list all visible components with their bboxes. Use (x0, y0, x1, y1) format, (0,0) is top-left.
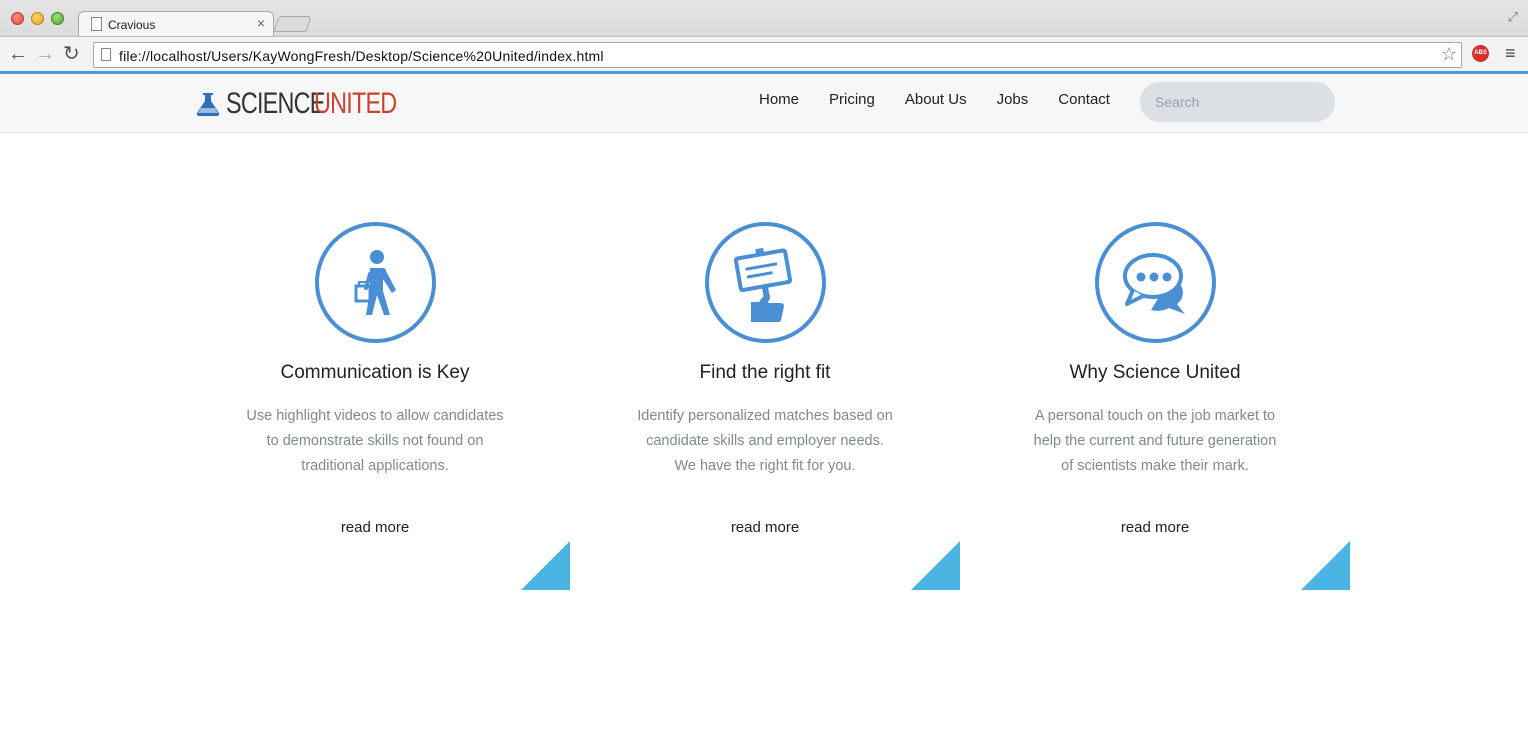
feature-card: Find the right fit Identify personalized… (610, 222, 960, 590)
feature-text-line: help the current and future generation (1033, 433, 1277, 449)
walking-person-icon (354, 250, 396, 315)
feature-text-line: A personal touch on the job market to (1034, 408, 1276, 424)
feature-text-line: Use highlight videos to allow candidates (246, 408, 504, 424)
main-nav: Home Pricing About Us Jobs Contact (759, 91, 1110, 108)
feature-title: Find the right fit (699, 362, 831, 383)
adblock-icon[interactable]: ABS (1472, 45, 1489, 62)
nav-contact[interactable]: Contact (1058, 91, 1110, 108)
tab-title: Cravious (108, 18, 156, 32)
close-tab-icon[interactable]: × (257, 15, 265, 31)
minimize-window-button[interactable] (31, 12, 44, 25)
feature-text-line: to demonstrate skills not found on (266, 433, 484, 449)
nav-about-us[interactable]: About Us (905, 91, 967, 108)
feature-description: Use highlight videos to allow candidates… (220, 404, 530, 479)
feature-card: Communication is Key Use highlight video… (220, 222, 570, 590)
tab-cravious[interactable]: Cravious × (78, 11, 274, 37)
sign-thumbs-up-icon (733, 247, 793, 323)
nav-jobs[interactable]: Jobs (997, 91, 1029, 108)
search-input[interactable] (1140, 82, 1335, 122)
tab-strip: Cravious × ⤢ (0, 0, 1528, 37)
flask-icon (196, 93, 220, 117)
read-more-link[interactable]: read more (220, 519, 530, 536)
feature-icon-circle (705, 222, 826, 343)
browser-menu-icon[interactable]: ≡ (1505, 43, 1516, 64)
address-bar[interactable]: file://localhost/Users/KayWongFresh/Desk… (93, 42, 1462, 68)
feature-title: Communication is Key (280, 362, 470, 383)
nav-home[interactable]: Home (759, 91, 799, 108)
fullscreen-icon[interactable]: ⤢ (1508, 9, 1518, 25)
read-more-link[interactable]: read more (1000, 519, 1310, 536)
logo-united-text: UNITED (314, 87, 397, 120)
feature-icon-circle (315, 222, 436, 343)
corner-triangle (521, 541, 570, 590)
browser-chrome: Cravious × ⤢ ← → ↻ file://localhost/User… (0, 0, 1528, 72)
page-icon (91, 17, 102, 31)
feature-text-line: We have the right fit for you. (674, 458, 856, 474)
bookmark-star-icon[interactable]: ☆ (1441, 44, 1457, 65)
feature-card: Why Science United A personal touch on t… (1000, 222, 1350, 590)
chat-bubbles-icon (1123, 253, 1185, 314)
new-tab-button[interactable] (273, 16, 312, 32)
url-text[interactable]: file://localhost/Users/KayWongFresh/Desk… (119, 48, 604, 64)
reload-button[interactable]: ↻ (63, 42, 80, 66)
site-header: SCIENCE UNITED Home Pricing About Us Job… (0, 74, 1528, 133)
feature-title: Why Science United (1069, 362, 1241, 383)
feature-text-line: Identify personalized matches based on (637, 408, 893, 424)
feature-text-line: candidate skills and employer needs. (646, 433, 884, 449)
science-united-logo[interactable]: SCIENCE UNITED (194, 87, 420, 120)
logo-science-text: SCIENCE (226, 87, 325, 120)
back-button[interactable]: ← (8, 42, 28, 66)
feature-icon-circle (1095, 222, 1216, 343)
corner-triangle (1301, 541, 1350, 590)
browser-toolbar: ← → ↻ file://localhost/Users/KayWongFres… (0, 36, 1528, 72)
nav-pricing[interactable]: Pricing (829, 91, 875, 108)
feature-text-line: of scientists make their mark. (1061, 458, 1249, 474)
feature-description: A personal touch on the job market to he… (1000, 404, 1310, 479)
zoom-window-button[interactable] (51, 12, 64, 25)
page-icon (101, 48, 111, 61)
read-more-link[interactable]: read more (610, 519, 920, 536)
feature-description: Identify personalized matches based on c… (610, 404, 920, 479)
feature-text-line: traditional applications. (301, 458, 449, 474)
corner-triangle (911, 541, 960, 590)
forward-button[interactable]: → (35, 42, 55, 66)
close-window-button[interactable] (11, 12, 24, 25)
